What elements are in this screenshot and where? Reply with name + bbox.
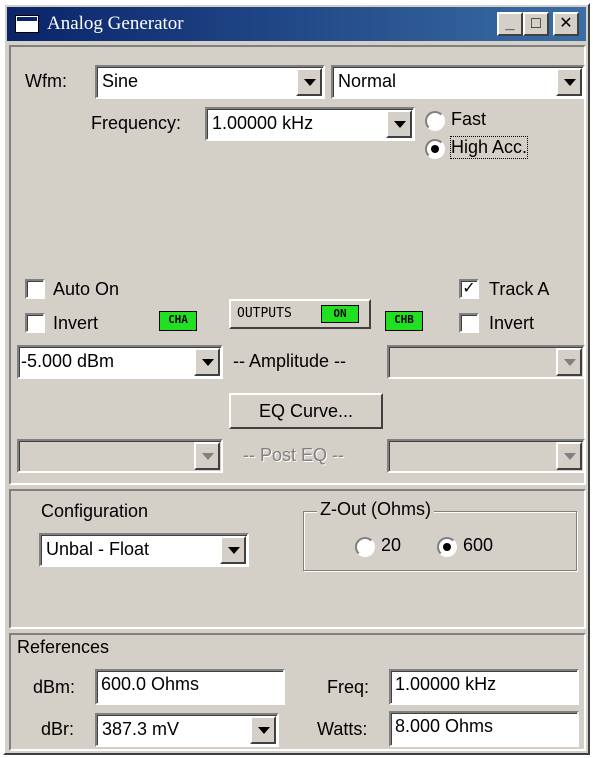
freq-label: Freq:	[327, 677, 370, 697]
high-acc-radio[interactable]	[425, 139, 445, 159]
frequency-select[interactable]: 1.00000 kHz	[205, 107, 415, 141]
dbr-reference-value: 387.3 mV	[102, 719, 180, 739]
zout-label: Z-Out (Ohms)	[317, 499, 434, 520]
post-eq-b-select[interactable]	[387, 439, 585, 473]
waveform-select[interactable]: Sine	[95, 65, 325, 99]
freq-reference-input[interactable]: 1.00000 kHz	[389, 669, 579, 705]
frequency-value: 1.00000 kHz	[212, 113, 314, 133]
maximize-button[interactable]: □	[523, 12, 549, 36]
outputs-label: OUTPUTS	[237, 306, 292, 321]
analog-generator-window: Analog Generator _ □ ✕ Wfm: Sine Normal …	[3, 3, 590, 755]
high-acc-label: High Acc.	[449, 136, 529, 159]
outputs-on-indicator: ON	[321, 305, 359, 323]
window-title: Analog Generator	[47, 13, 184, 34]
references-panel: References dBm: 600.0 Ohms Freq: 1.00000…	[9, 633, 586, 751]
auto-on-checkbox[interactable]	[25, 279, 45, 299]
watts-reference-input[interactable]: 8.000 Ohms	[389, 711, 579, 747]
post-eq-a-select[interactable]	[17, 439, 223, 473]
zout-600-radio[interactable]	[437, 537, 457, 557]
configuration-label: Configuration	[41, 501, 149, 521]
invert-a-checkbox[interactable]	[25, 313, 45, 333]
configuration-value: Unbal - Float	[46, 539, 150, 559]
dbm-label: dBm:	[33, 677, 76, 697]
chevron-down-icon[interactable]	[194, 442, 220, 470]
watts-label: Watts:	[317, 719, 368, 739]
invert-a-label: Invert	[53, 313, 99, 333]
dbm-reference-input[interactable]: 600.0 Ohms	[95, 669, 285, 705]
minimize-button[interactable]: _	[497, 12, 523, 36]
chevron-down-icon[interactable]	[220, 536, 246, 564]
invert-b-label: Invert	[489, 313, 535, 333]
track-a-label: Track A	[489, 279, 550, 299]
post-eq-label: -- Post EQ --	[243, 445, 345, 465]
chevron-down-icon[interactable]	[296, 68, 322, 96]
amplitude-a-select[interactable]: -5.000 dBm	[17, 345, 223, 379]
zout-20-radio[interactable]	[355, 537, 375, 557]
chb-badge: CHB	[385, 311, 423, 331]
configuration-panel: Configuration Unbal - Float Z-Out (Ohms)…	[9, 489, 586, 629]
dbr-reference-select[interactable]: 387.3 mV	[95, 713, 279, 747]
chevron-down-icon[interactable]	[194, 348, 220, 376]
chevron-down-icon[interactable]	[250, 716, 276, 744]
title-bar[interactable]: Analog Generator _ □ ✕	[7, 7, 586, 41]
eq-curve-button[interactable]: EQ Curve...	[229, 393, 383, 429]
track-a-checkbox[interactable]: ✓	[459, 279, 479, 299]
outputs-button[interactable]: OUTPUTS ON	[229, 299, 371, 329]
fast-radio[interactable]	[425, 111, 445, 131]
chevron-down-icon[interactable]	[556, 348, 582, 376]
generator-panel: Wfm: Sine Normal Frequency: 1.00000 kHz …	[9, 45, 586, 485]
waveform-value: Sine	[102, 71, 139, 91]
references-title: References	[17, 637, 110, 657]
mode-select[interactable]: Normal	[331, 65, 585, 99]
amplitude-b-select[interactable]	[387, 345, 585, 379]
invert-b-checkbox[interactable]	[459, 313, 479, 333]
dbr-label: dBr:	[41, 719, 75, 739]
chevron-down-icon[interactable]	[556, 442, 582, 470]
mode-value: Normal	[338, 71, 397, 91]
wfm-label: Wfm:	[25, 71, 67, 91]
close-button[interactable]: ✕	[553, 12, 579, 36]
amplitude-label: -- Amplitude --	[233, 351, 347, 371]
configuration-select[interactable]: Unbal - Float	[39, 533, 249, 567]
chevron-down-icon[interactable]	[386, 110, 412, 138]
frequency-label: Frequency:	[91, 113, 182, 133]
amplitude-a-value: -5.000 dBm	[21, 351, 115, 371]
zout-20-label: 20	[381, 535, 402, 555]
chevron-down-icon[interactable]	[556, 68, 582, 96]
fast-label: Fast	[451, 109, 487, 129]
auto-on-label: Auto On	[53, 279, 120, 299]
cha-badge: CHA	[159, 311, 197, 331]
window-icon	[15, 15, 39, 33]
zout-600-label: 600	[463, 535, 494, 555]
